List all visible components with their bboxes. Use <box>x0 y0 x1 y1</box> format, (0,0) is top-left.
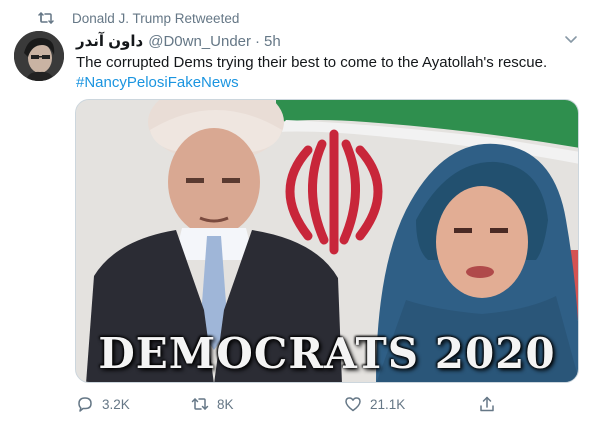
display-name[interactable]: داون آندر <box>76 32 143 50</box>
retweet-button[interactable]: 8K <box>191 393 234 415</box>
avatar-image <box>14 31 64 81</box>
tweet-card[interactable]: Donald J. Trump Retweeted داون آندر @D0w… <box>0 0 600 432</box>
tweet-text: The corrupted Dems trying their best to … <box>76 54 548 71</box>
separator-dot: · <box>255 32 260 50</box>
user-handle[interactable]: @D0wn_Under <box>148 33 251 50</box>
timestamp[interactable]: 5h <box>264 33 281 50</box>
reply-button[interactable]: 3.2K <box>76 393 130 415</box>
retweet-count: 8K <box>217 396 234 412</box>
reply-icon <box>78 397 92 412</box>
tweet-header: داون آندر @D0wn_Under · 5h <box>76 31 281 51</box>
retweet-banner-text[interactable]: Donald J. Trump Retweeted <box>72 11 239 26</box>
reply-count: 3.2K <box>102 396 130 412</box>
media-caption: DEMOCRATS 2020 <box>98 329 556 378</box>
retweet-icon <box>38 12 54 24</box>
share-button[interactable] <box>478 393 504 415</box>
share-icon <box>480 396 494 412</box>
like-button[interactable]: 21.1K <box>344 393 405 415</box>
retweet-icon <box>191 398 209 410</box>
heart-icon <box>345 397 361 412</box>
action-bar: 3.2K 8K 21.1K <box>76 393 506 415</box>
tweet-media[interactable]: DEMOCRATS 2020 <box>75 99 579 383</box>
avatar[interactable] <box>14 31 64 81</box>
hashtag-link[interactable]: #NancyPelosiFakeNews <box>76 73 239 93</box>
like-count: 21.1K <box>370 396 406 412</box>
chevron-down-icon[interactable] <box>564 35 578 45</box>
retweet-banner: Donald J. Trump Retweeted <box>38 9 239 27</box>
